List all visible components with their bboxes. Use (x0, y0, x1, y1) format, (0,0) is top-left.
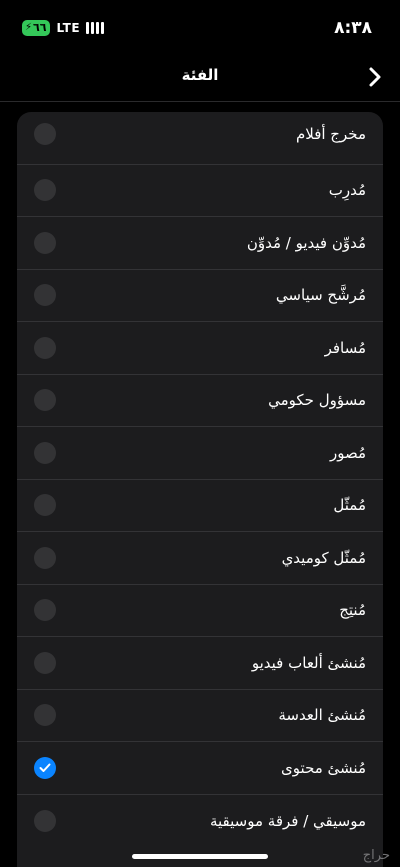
list-item[interactable]: مُصور (17, 427, 383, 480)
list-item[interactable]: مُدوِّن فيديو / مُدوِّن (17, 217, 383, 270)
list-item[interactable]: مُسافر (17, 322, 383, 375)
status-time: ٨:٣٨ (334, 18, 372, 38)
radio-unselected[interactable] (34, 123, 56, 145)
list-item[interactable]: مُدرِب (17, 165, 383, 217)
page-title: الفئة (181, 66, 219, 84)
charging-icon: ⚡ (25, 22, 33, 33)
list-item-label: مُسافر (324, 338, 366, 357)
radio-unselected[interactable] (34, 336, 56, 359)
list-item-label: مسؤول حكومي (268, 391, 366, 410)
list-item[interactable]: مُرشَّح سياسي (17, 270, 383, 322)
list-item-label: مُدوِّن فيديو / مُدوِّن (246, 233, 366, 252)
list-item-label: مُنشئ العدسة (278, 706, 366, 725)
list-item-label: مُصور (329, 443, 366, 462)
list-item-label: مُمثّل كوميدي (281, 548, 366, 567)
list-item-label: مُدرِب (328, 181, 366, 200)
status-bar: ⚡ ٦٦ LTE ٨:٣٨ (0, 0, 400, 56)
list-item-label: مُرشَّح سياسي (275, 286, 366, 305)
chevron-right-icon (369, 67, 381, 87)
list-item-label: مُنشئ ألعاب فيديو (251, 653, 366, 672)
signal-strength-icon (86, 22, 105, 34)
list-item[interactable]: مُنتِج (17, 585, 383, 637)
radio-unselected[interactable] (34, 704, 56, 727)
network-type: LTE (56, 21, 81, 35)
list-item-label: مُنشئ محتوى (281, 758, 366, 777)
list-item[interactable]: مُمثّل (17, 480, 383, 532)
radio-unselected[interactable] (34, 231, 56, 254)
navigation-bar: الفئة (0, 56, 400, 102)
list-item[interactable]: مُنشئ ألعاب فيديو (17, 637, 383, 690)
list-item[interactable]: مسؤول حكومي (17, 375, 383, 427)
radio-selected[interactable] (34, 756, 56, 779)
battery-level: ٦٦ (33, 21, 47, 34)
radio-unselected[interactable] (34, 651, 56, 674)
list-item[interactable]: مخرج أفلام (17, 112, 383, 165)
radio-unselected[interactable] (34, 441, 56, 464)
radio-unselected[interactable] (34, 809, 56, 832)
home-indicator[interactable] (132, 854, 268, 859)
list-item-label: مُنتِج (339, 601, 366, 620)
checkmark-icon (39, 763, 51, 772)
radio-unselected[interactable] (34, 284, 56, 307)
radio-unselected[interactable] (34, 599, 56, 622)
watermark: حراج (362, 848, 390, 863)
list-item[interactable]: مُنشئ محتوى (17, 742, 383, 795)
back-button[interactable] (364, 64, 386, 90)
list-item-label: موسيقي / فرقة موسيقية (209, 811, 366, 830)
list-item[interactable]: موسيقي / فرقة موسيقية (17, 795, 383, 848)
list-item-label: مخرج أفلام (295, 125, 366, 143)
radio-unselected[interactable] (34, 546, 56, 569)
list-item[interactable]: مُنشئ العدسة (17, 690, 383, 742)
category-list: مخرج أفلام مُدرِب مُدوِّن فيديو / مُدوِّن م… (17, 112, 383, 867)
battery-indicator: ⚡ ٦٦ (22, 20, 51, 36)
radio-unselected[interactable] (34, 389, 56, 412)
list-item[interactable]: مُمثّل كوميدي (17, 532, 383, 585)
status-indicators: ⚡ ٦٦ LTE (22, 20, 105, 36)
list-item-label: مُمثّل (333, 496, 366, 515)
radio-unselected[interactable] (34, 179, 56, 202)
radio-unselected[interactable] (34, 494, 56, 517)
